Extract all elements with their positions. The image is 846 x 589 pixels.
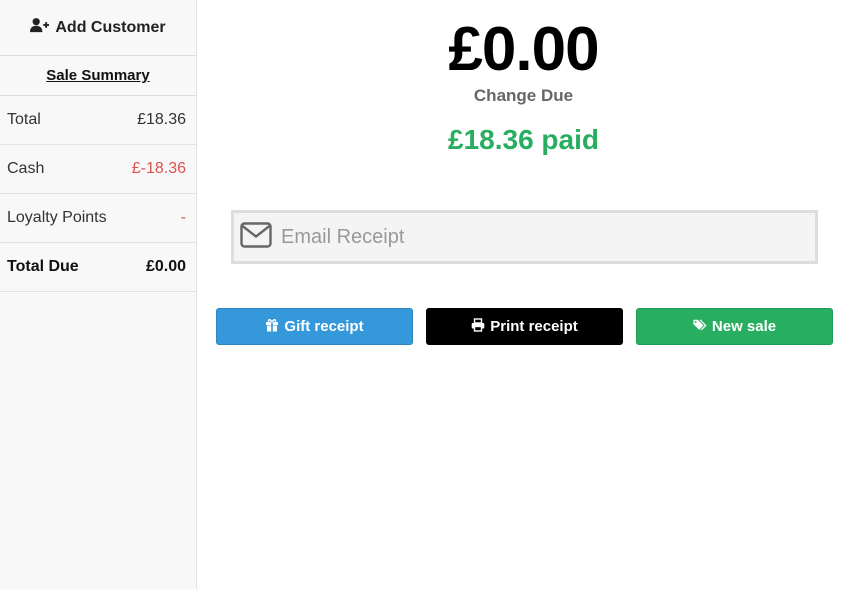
tags-icon xyxy=(693,318,707,336)
paid-amount: £18.36 paid xyxy=(448,124,599,155)
summary-row-loyalty: Loyalty Points - xyxy=(0,194,196,243)
total-label: Total xyxy=(7,111,41,128)
sale-sidebar: Add Customer Sale Summary Total £18.36 C… xyxy=(0,0,197,589)
payment-complete-panel: £0.00 Change Due £18.36 paid Gift receip… xyxy=(197,0,846,589)
print-icon xyxy=(471,317,485,336)
loyalty-points-label: Loyalty Points xyxy=(7,209,107,226)
sale-summary-title: Sale Summary xyxy=(0,56,196,96)
new-sale-button[interactable]: New sale xyxy=(636,308,833,345)
gift-receipt-button[interactable]: Gift receipt xyxy=(216,308,413,345)
print-receipt-button[interactable]: Print receipt xyxy=(426,308,623,345)
email-receipt-input[interactable] xyxy=(281,225,801,249)
total-due-value: £0.00 xyxy=(145,258,186,275)
gift-icon xyxy=(265,318,279,336)
envelope-icon xyxy=(240,221,272,253)
total-value: £18.36 xyxy=(137,111,186,128)
gift-receipt-label: Gift receipt xyxy=(284,318,364,335)
cash-label: Cash xyxy=(7,160,45,177)
summary-row-cash: Cash £-18.36 xyxy=(0,145,196,194)
change-due-label: Change Due xyxy=(473,86,574,105)
add-customer-label: Add Customer xyxy=(55,18,166,36)
total-due-label: Total Due xyxy=(7,258,79,275)
add-customer-button[interactable]: Add Customer xyxy=(0,0,196,56)
summary-row-total: Total £18.36 xyxy=(0,96,196,145)
new-sale-label: New sale xyxy=(711,318,777,335)
change-due-amount: £0.00 xyxy=(448,15,599,84)
print-receipt-label: Print receipt xyxy=(490,318,578,335)
loyalty-points-value: - xyxy=(180,209,186,226)
summary-row-total-due: Total Due £0.00 xyxy=(0,243,196,292)
email-receipt-field[interactable] xyxy=(231,210,818,264)
cash-value: £-18.36 xyxy=(131,160,186,177)
user-plus-icon xyxy=(30,17,50,38)
